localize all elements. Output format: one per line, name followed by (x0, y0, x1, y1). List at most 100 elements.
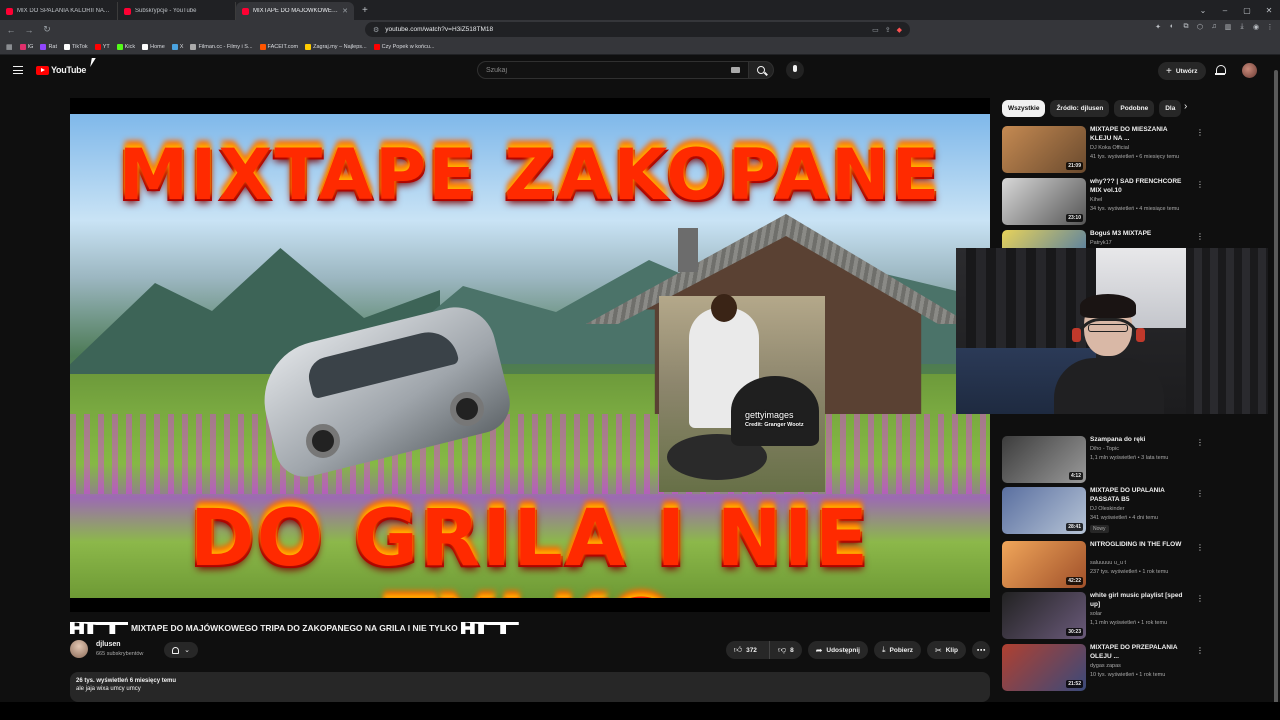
extension-shield-icon[interactable]: ◆ (897, 26, 902, 34)
more-vertical-icon[interactable]: ⋮ (1196, 128, 1204, 137)
cast-icon[interactable]: ▭ (872, 26, 879, 34)
channel-name[interactable]: djlusen (96, 641, 121, 648)
chip-all[interactable]: Wszystkie (1002, 100, 1046, 117)
recommendation-title[interactable]: Szampana do ręki (1090, 436, 1190, 445)
bookmark-item[interactable]: YT (94, 43, 110, 50)
bookmark-item[interactable]: TikTok (64, 43, 88, 50)
video-thumbnail[interactable]: 23:10 (1002, 178, 1086, 225)
share-button[interactable]: ➦ Udostępnij (807, 641, 868, 659)
subscription-bell-button[interactable]: ⌄ (164, 642, 198, 658)
chip-from-channel[interactable]: Źródło: djlusen (1050, 100, 1110, 117)
bookmark-item[interactable]: Rat (40, 43, 57, 50)
recommendation-title[interactable]: MIXTAPE DO UPALANIA PASSATA B5 (1090, 487, 1190, 504)
more-vertical-icon[interactable]: ⋮ (1196, 646, 1204, 655)
more-vertical-icon[interactable]: ⋮ (1196, 232, 1204, 241)
recommendation-item[interactable]: 42:22 NITROGLIDING IN THE FLOW saluuuuu u_… (1002, 541, 1204, 591)
video-thumbnail[interactable]: 42:22 (1002, 541, 1086, 588)
video-thumbnail[interactable]: 21:52 (1002, 644, 1086, 691)
keyboard-icon[interactable] (731, 67, 740, 73)
close-window-icon[interactable]: ✕ (1258, 6, 1280, 15)
notifications-bell-icon[interactable] (1215, 65, 1226, 76)
voice-search-mic-icon[interactable] (786, 61, 804, 79)
minimize-icon[interactable]: – (1214, 6, 1236, 15)
download-icon[interactable]: ⤓ (1238, 23, 1246, 31)
more-vertical-icon[interactable]: ⋮ (1196, 180, 1204, 189)
description-box[interactable]: 26 tys. wyświetleń 6 miesięcy temu ale j… (70, 672, 990, 702)
chevron-right-icon[interactable]: › (1184, 101, 1187, 112)
recommendation-title[interactable]: NITROGLIDING IN THE FLOW (1090, 541, 1190, 550)
recommendation-channel[interactable]: dygas zapas (1090, 663, 1121, 669)
search-button[interactable] (748, 61, 774, 79)
more-actions-button[interactable]: ⋯ (972, 641, 990, 659)
back-icon[interactable]: ← (6, 25, 16, 35)
browser-tab-3-active[interactable]: MIXTAPE DO MAJÓWKOWEGO TRIPA ✕ (236, 2, 354, 20)
video-thumbnail[interactable]: 4:12 (1002, 436, 1086, 483)
bookmark-item[interactable]: Kick (116, 43, 135, 50)
extension-icon[interactable]: ✦ (1154, 23, 1162, 31)
hamburger-menu-icon[interactable] (13, 66, 23, 74)
bookmark-item[interactable]: FACEIT.com (259, 43, 298, 50)
recommendation-channel[interactable]: solar (1090, 611, 1102, 617)
apps-grid-icon[interactable]: ▦ (6, 43, 13, 51)
avatar[interactable] (1242, 63, 1257, 78)
search-input[interactable] (486, 66, 716, 74)
video-thumbnail[interactable]: 21:09 (1002, 126, 1086, 173)
video-frame[interactable]: gettyimages Credit: Granger Wootz MIXTAP… (70, 114, 990, 598)
site-info-icon[interactable]: ⚙ (373, 26, 379, 34)
bookmark-item[interactable]: IG (19, 43, 33, 50)
maximize-icon[interactable]: ▢ (1236, 6, 1258, 15)
chip-for-you[interactable]: Dla (1159, 100, 1182, 117)
dislike-button[interactable]: 👎︎ 8 (768, 641, 802, 659)
new-tab-button[interactable]: + (354, 2, 376, 20)
recommendation-item[interactable]: 28:41 MIXTAPE DO UPALANIA PASSATA B5 DJ Ol… (1002, 487, 1204, 537)
download-button[interactable]: ⤓ Pobierz (873, 641, 922, 659)
more-vertical-icon[interactable]: ⋮ (1196, 594, 1204, 603)
reload-icon[interactable]: ↻ (42, 24, 52, 35)
sidebar-icon[interactable]: ▥ (1224, 23, 1232, 31)
close-tab-icon[interactable]: ✕ (342, 7, 348, 15)
video-player[interactable]: gettyimages Credit: Granger Wootz MIXTAP… (70, 98, 990, 612)
bookmark-item[interactable]: X (171, 43, 183, 50)
music-icon[interactable]: ♫ (1210, 23, 1218, 31)
more-vertical-icon[interactable]: ⋮ (1196, 438, 1204, 447)
recommendation-item[interactable]: 21:52 MIXTAPE DO PRZEPALANIA OLEJU ... dyg… (1002, 644, 1204, 694)
recommendation-title[interactable]: MIXTAPE DO MIESZANIA KLEJU NA ... (1090, 126, 1190, 143)
recommendation-channel[interactable]: Diho - Topic (1090, 446, 1119, 452)
share-icon[interactable]: ⇪ (885, 26, 891, 34)
puzzle-icon[interactable]: ⧉ (1182, 23, 1190, 31)
bookmark-item[interactable]: Zagraj.my – Najleps... (305, 43, 367, 50)
recommendation-item[interactable]: 23:10 why??? | SAD FRENCHCORE MIX vol.10 K… (1002, 178, 1204, 228)
youtube-logo[interactable]: YouTube (36, 65, 86, 75)
like-button[interactable]: 👍︎ 372 (726, 641, 765, 659)
bookmark-item[interactable]: Filman.cc - Filmy i S... (190, 43, 253, 50)
extension-icon[interactable]: ◐ (1168, 23, 1176, 31)
forward-icon[interactable]: → (24, 25, 34, 35)
video-thumbnail[interactable]: 28:41 (1002, 487, 1086, 534)
bookmark-item[interactable]: Czy Popek w końcu... (373, 43, 435, 50)
channel-avatar[interactable] (70, 640, 88, 658)
recommendation-item[interactable]: 30:23 white girl music playlist [sped up]… (1002, 592, 1204, 642)
recommendation-channel[interactable]: DJ Koka Official (1090, 145, 1129, 151)
more-vertical-icon[interactable]: ⋮ (1196, 489, 1204, 498)
browser-tab-2[interactable]: Subskrypcje - YouTube (118, 2, 236, 20)
create-button[interactable]: + Utwórz (1158, 62, 1206, 80)
recommendation-channel[interactable]: Patryk17 (1090, 240, 1112, 246)
more-vertical-icon[interactable]: ⋮ (1196, 543, 1204, 552)
profile-icon[interactable]: ◉ (1252, 23, 1260, 31)
menu-kebab-icon[interactable]: ⋮ (1266, 23, 1274, 31)
browser-tab-1[interactable]: MIX DO SPALANIA KALORII NA SIŁOWNI (0, 2, 118, 20)
extension-icon[interactable]: ⬡ (1196, 23, 1204, 31)
recommendation-title[interactable]: Boguś M3 MIXTAPE (1090, 230, 1190, 239)
recommendation-channel[interactable]: Kihel (1090, 197, 1102, 203)
recommendation-channel[interactable]: DJ Oleskinder (1090, 506, 1125, 512)
recommendation-channel[interactable]: saluuuuu u_u t (1090, 560, 1126, 566)
chevron-down-icon[interactable]: ⌄ (1192, 6, 1214, 15)
address-bar[interactable]: ⚙ youtube.com/watch?v=H3iZ518TM18 ▭ ⇪ ◆ (365, 22, 910, 37)
clip-button[interactable]: ✂ Klip (927, 641, 966, 659)
recommendation-item[interactable]: 4:12 Szampana do ręki Diho - Topic 1,1 mln … (1002, 436, 1204, 486)
video-thumbnail[interactable]: 30:23 (1002, 592, 1086, 639)
recommendation-item[interactable]: 21:09 MIXTAPE DO MIESZANIA KLEJU NA ... DJ… (1002, 126, 1204, 176)
chip-related[interactable]: Podobne (1114, 100, 1155, 117)
bookmark-item[interactable]: Home (142, 43, 165, 50)
recommendation-title[interactable]: why??? | SAD FRENCHCORE MIX vol.10 (1090, 178, 1190, 195)
